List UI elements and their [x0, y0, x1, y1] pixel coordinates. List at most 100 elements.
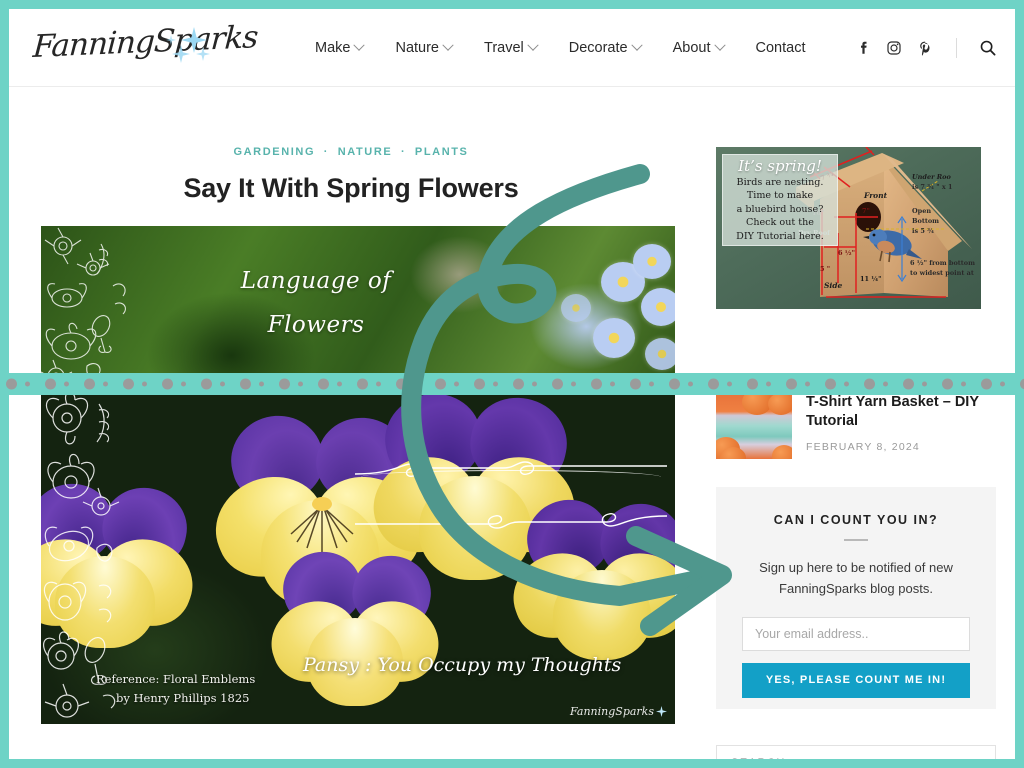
facebook-icon[interactable] — [854, 39, 872, 57]
band-dot — [298, 381, 303, 387]
page-frame: FanningSparks Make Nature Travel Decorat… — [0, 0, 1024, 768]
band-dot — [454, 381, 459, 387]
post-column: GARDENING · NATURE · PLANTS Say It With … — [32, 87, 675, 724]
nav-item-make[interactable]: Make — [299, 39, 379, 56]
band-dot — [337, 381, 342, 387]
teal-dotted-band-overlay — [0, 373, 1024, 395]
dimension-label: 5 " — [820, 265, 831, 273]
category-separator: · — [323, 146, 330, 158]
headline-line-2: Flowers — [267, 311, 365, 338]
band-dot — [571, 381, 576, 387]
label-under-roof-dim: is 7 ¾ " x 1 — [912, 183, 953, 191]
label-hole-note-2: to widest point at — [910, 269, 974, 277]
band-dot — [376, 381, 381, 387]
ad-line-3: a bluebird house? — [736, 203, 824, 215]
forget-me-not-flower — [641, 288, 675, 326]
band-dot — [669, 378, 680, 390]
nav-label: Travel — [484, 40, 524, 56]
forget-me-not-flower — [593, 318, 635, 358]
category-separator: · — [400, 146, 407, 158]
floral-border-decoration — [41, 227, 126, 388]
image-reference-credit: Reference: Floral Emblems by Henry Phill… — [96, 670, 255, 708]
band-dot — [688, 381, 693, 387]
category-link-nature[interactable]: NATURE — [338, 146, 393, 158]
header-divider — [956, 38, 957, 58]
signup-submit-button[interactable]: YES, PLEASE COUNT ME IN! — [742, 662, 970, 698]
sidebar-ad-bluebird-house[interactable]: 7 ¾ " 10" 7" 6 ½" 5 " 11 ¼" Front Side D… — [716, 147, 981, 309]
nav-label: Decorate — [568, 40, 628, 56]
label-hole-note-1: 6 ½" from bottom — [910, 259, 976, 267]
band-dot — [708, 378, 719, 390]
band-dot — [766, 381, 771, 387]
ad-line-2: Time to make — [746, 190, 814, 202]
post-categories: GARDENING · NATURE · PLANTS — [32, 146, 670, 158]
sparkle-icon — [656, 706, 667, 717]
band-dot — [64, 381, 69, 387]
flourish-swirl-top — [354, 461, 667, 477]
band-dot — [142, 381, 147, 387]
band-dot — [864, 378, 875, 390]
forget-me-not-flower — [645, 338, 675, 370]
band-dot — [981, 378, 992, 390]
sparkle-icon-small — [196, 47, 210, 61]
band-dot — [493, 381, 498, 387]
band-dot — [123, 378, 134, 390]
band-dot — [6, 378, 17, 390]
ad-line-4: Check out the — [745, 217, 814, 229]
category-link-plants[interactable]: PLANTS — [415, 146, 469, 158]
forget-me-not-flower — [561, 294, 591, 322]
nav-item-about[interactable]: About — [657, 39, 740, 56]
band-dot — [591, 378, 602, 390]
label-side: Side — [824, 281, 843, 290]
pinterest-icon[interactable] — [916, 39, 934, 57]
nav-item-nature[interactable]: Nature — [379, 39, 468, 56]
logo-text: FanningSparks — [31, 19, 259, 65]
headline-line-1: Language of — [240, 268, 392, 294]
band-dot — [220, 381, 225, 387]
band-dot — [942, 378, 953, 390]
signup-divider — [844, 539, 868, 541]
band-dot — [84, 378, 95, 390]
band-dot — [513, 378, 524, 390]
chevron-down-icon — [527, 39, 539, 51]
ad-line-1: Birds are nesting. — [736, 176, 824, 188]
recent-post-title[interactable]: T-Shirt Yarn Basket – DIY Tutorial — [806, 393, 996, 431]
band-dot — [1000, 381, 1005, 387]
list-item[interactable]: T-Shirt Yarn Basket – DIY Tutorial FEBRU… — [716, 393, 996, 459]
chevron-down-icon — [442, 39, 454, 51]
nav-label: Nature — [395, 40, 439, 56]
band-dot — [844, 381, 849, 387]
band-dot — [201, 378, 212, 390]
band-dot — [903, 378, 914, 390]
category-link-gardening[interactable]: GARDENING — [233, 146, 315, 158]
flourish-swirl-bottom — [355, 513, 668, 529]
label-open-bottom-1: Open — [912, 207, 932, 215]
dimension-label: 11 ¼" — [860, 275, 882, 283]
band-dot — [240, 378, 251, 390]
band-dot — [922, 381, 927, 387]
label-open-bottom-2: Bottom — [912, 217, 940, 225]
nav-item-decorate[interactable]: Decorate — [553, 39, 657, 56]
site-header: FanningSparks Make Nature Travel Decorat… — [9, 9, 1015, 87]
nav-label: Make — [315, 40, 351, 56]
search-input[interactable] — [716, 745, 996, 759]
search-icon[interactable] — [979, 39, 997, 57]
instagram-icon[interactable] — [885, 39, 903, 57]
band-dot — [279, 378, 290, 390]
featured-image[interactable]: Language of Flowers Pansy: You Occupy m… — [41, 226, 675, 724]
image-watermark: FanningSparks — [570, 705, 667, 718]
nav-label: Contact — [755, 40, 806, 56]
site-logo[interactable]: FanningSparks — [32, 19, 259, 75]
reference-line-2: by Henry Phillips 1825 — [116, 691, 250, 706]
email-field[interactable] — [742, 616, 970, 651]
sidebar-search-widget — [716, 745, 996, 759]
nav-item-travel[interactable]: Travel — [468, 39, 553, 56]
post-body-excerpt: The language of flowers, known as florio… — [32, 757, 670, 759]
label-under-roof: Under Roo — [912, 173, 951, 181]
sparkle-icon-medium — [172, 45, 190, 63]
band-dot — [259, 381, 264, 387]
watermark-text: FanningSparks — [570, 705, 654, 718]
band-dot — [1020, 378, 1024, 390]
nav-item-contact[interactable]: Contact — [740, 40, 822, 56]
dimension-label: 7" — [862, 207, 870, 215]
